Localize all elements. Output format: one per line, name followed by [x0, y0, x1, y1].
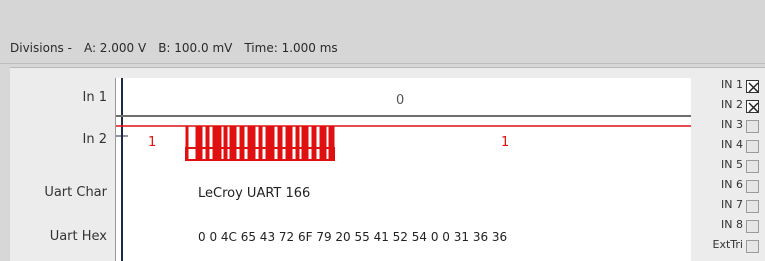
- input-checkbox[interactable]: [746, 240, 759, 253]
- in2-value-right: 1: [501, 135, 510, 150]
- channel-label-in2: In 2: [82, 132, 107, 147]
- division-b: B: 100.0 mV: [158, 41, 233, 55]
- channel-label-in1: In 1: [82, 90, 107, 105]
- uart-hex-value: 0 0 4C 65 43 72 6F 79 20 55 41 52 54 0 0…: [198, 230, 508, 244]
- in2-burst: [185, 125, 335, 161]
- check-x-icon: [748, 82, 759, 93]
- input-row[interactable]: IN 3: [698, 118, 765, 133]
- waveform-plot[interactable]: 0 1 1 LeCroy UART 166 0 0 4C 65 43 72 6F…: [115, 78, 691, 261]
- input-label: IN 8: [721, 218, 743, 231]
- input-checkbox[interactable]: [746, 120, 759, 133]
- in1-value: 0: [396, 93, 405, 108]
- divider: [0, 63, 765, 64]
- input-checkbox[interactable]: [746, 180, 759, 193]
- division-time: Time: 1.000 ms: [244, 41, 338, 55]
- input-row[interactable]: IN 4: [698, 138, 765, 153]
- divisions-readout: Divisions - A: 2.000 V B: 100.0 mV Time:…: [10, 38, 338, 58]
- check-x-icon: [748, 102, 759, 113]
- input-row[interactable]: IN 7: [698, 198, 765, 213]
- input-checkbox[interactable]: [746, 140, 759, 153]
- input-label: IN 6: [721, 178, 743, 191]
- input-checkbox[interactable]: [746, 220, 759, 233]
- input-label: ExtTri: [712, 238, 743, 251]
- input-row[interactable]: ExtTri: [698, 238, 765, 253]
- logic-analyzer-panel: In 1 In 2 Uart Char Uart Hex 0 1 1 LeCro…: [10, 67, 765, 261]
- input-row[interactable]: IN 2: [698, 98, 765, 113]
- uart-char-value: LeCroy UART 166: [198, 186, 311, 201]
- input-label: IN 5: [721, 158, 743, 171]
- input-label: IN 4: [721, 138, 743, 151]
- division-a: A: 2.000 V: [83, 41, 147, 55]
- input-checkbox[interactable]: [746, 200, 759, 213]
- channel-label-uart-char: Uart Char: [44, 185, 107, 200]
- input-row[interactable]: IN 8: [698, 218, 765, 233]
- input-row[interactable]: IN 5: [698, 158, 765, 173]
- input-checkbox[interactable]: [746, 100, 759, 113]
- input-checkbox[interactable]: [746, 160, 759, 173]
- input-checkbox[interactable]: [746, 80, 759, 93]
- in2-value-left: 1: [148, 135, 157, 150]
- input-label: IN 7: [721, 198, 743, 211]
- input-row[interactable]: IN 1: [698, 78, 765, 93]
- channel-labels: In 1 In 2 Uart Char Uart Hex: [10, 68, 115, 261]
- channel-label-uart-hex: Uart Hex: [49, 229, 107, 244]
- input-label: IN 3: [721, 118, 743, 131]
- divisions-label: Divisions -: [10, 41, 72, 55]
- input-channel-list: IN 1 IN 2 IN 3 IN 4 IN 5 IN 6 IN 7 IN 8 ExtTri: [698, 68, 765, 261]
- input-row[interactable]: IN 6: [698, 178, 765, 193]
- input-label: IN 2: [721, 98, 743, 111]
- input-label: IN 1: [721, 78, 743, 91]
